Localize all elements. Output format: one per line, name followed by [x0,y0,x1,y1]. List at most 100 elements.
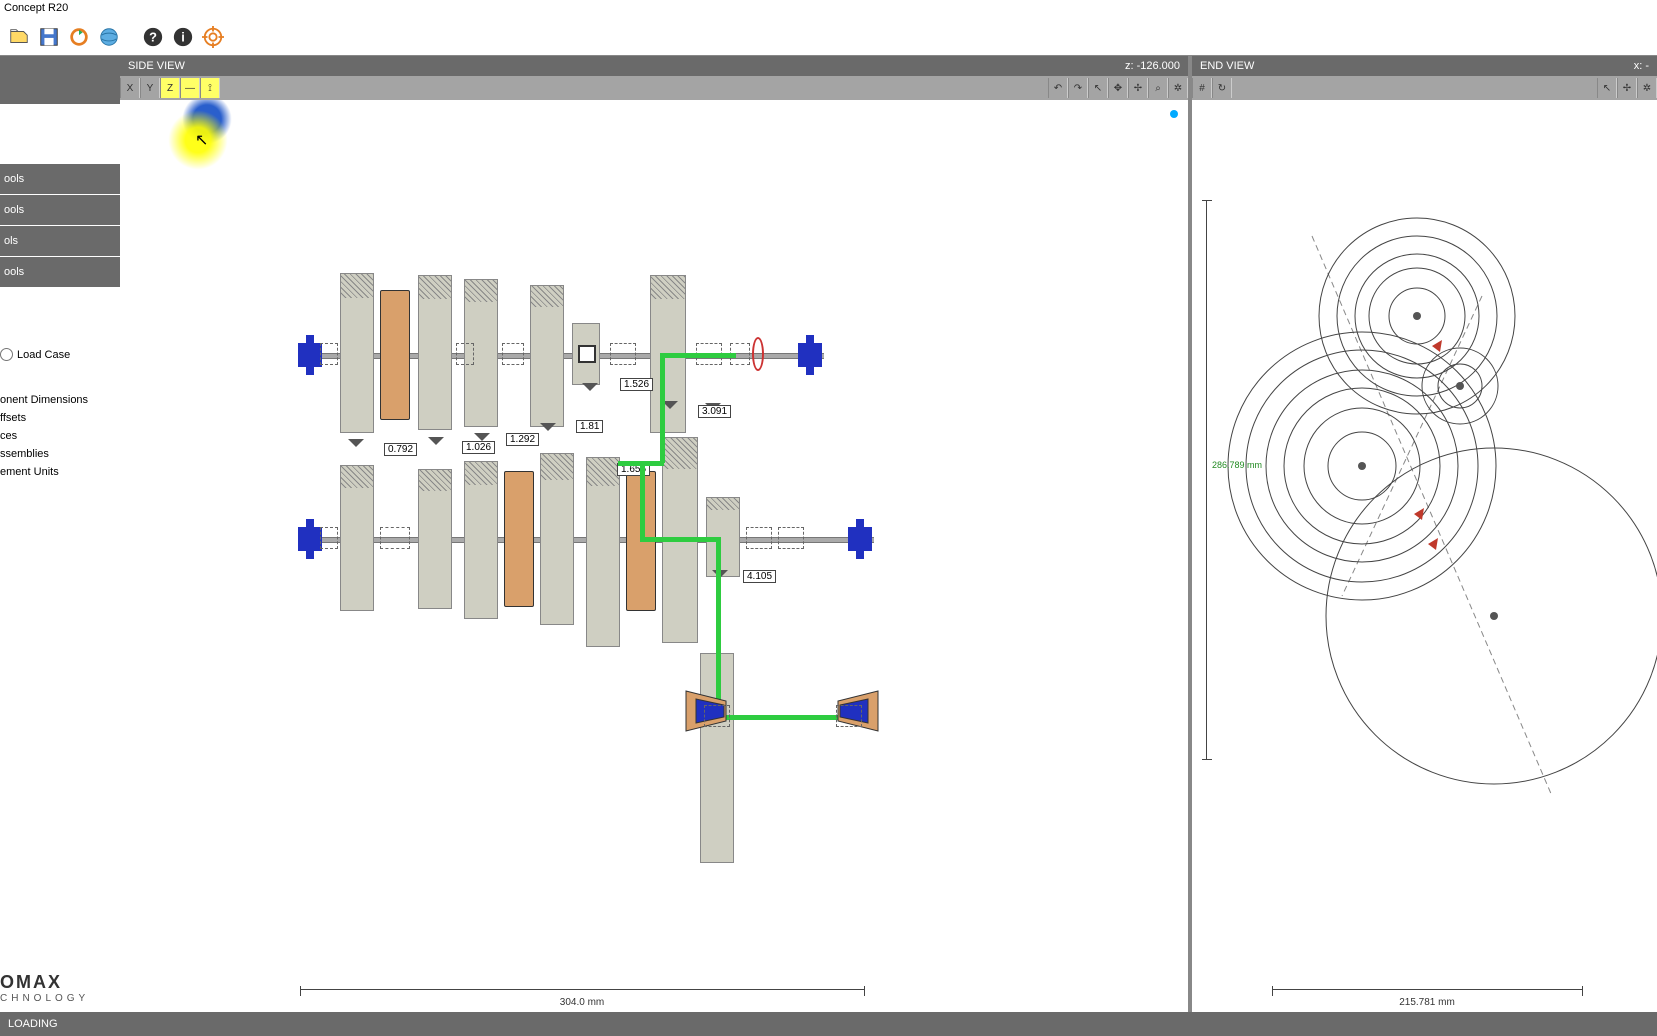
bearing-support-4 [806,367,814,375]
dashbox-l3 [778,527,804,549]
ratio-label-7: 3.091 [698,405,731,418]
synchro-2 [504,471,534,607]
link-ces[interactable]: ces [0,427,120,445]
bearing-counter-right [848,527,872,551]
gear-l3 [464,461,498,619]
ratio-label-4: 1.526 [620,378,653,391]
bearing-input-left [298,343,322,367]
dashbox-l2 [746,527,772,549]
sidebar-section-2[interactable]: ools [0,195,120,225]
powerflow-v1 [660,353,665,463]
link-element-units[interactable]: ement Units [0,463,120,481]
side-view-panel: SIDE VIEW z: -126.000 X Y Z — ⟟ ↶ ↷ ↖ ✥ … [120,56,1192,1012]
refresh-button[interactable] [66,24,92,50]
open-button[interactable] [6,24,32,50]
sidebar-section-4[interactable]: ools [0,257,120,287]
gear-u1 [340,273,374,433]
synchro-1 [380,290,410,420]
logo-line-1: OMAX [0,972,120,993]
undo-button[interactable]: ↶ [1048,78,1068,98]
load-case-radio[interactable]: Load Case [0,348,120,361]
gearbox-schematic: 0.792 1.026 1.292 1.526 1.655 1.81 3.091… [300,175,1020,875]
sidebar-section-1[interactable]: ools [0,164,120,194]
svg-text:?: ? [149,29,157,44]
sidebar-section-3[interactable]: ols [0,226,120,256]
end-settings-button[interactable]: ✲ [1637,78,1657,98]
target-button[interactable] [200,24,226,50]
powerflow-v2 [640,461,645,541]
bearing-support-1 [306,335,314,343]
move-button[interactable]: ✢ [1128,78,1148,98]
gear-l5 [586,457,620,647]
status-bar: LOADING [0,1012,1657,1036]
info-button[interactable]: i [170,24,196,50]
dashbox-u1 [456,343,474,365]
side-view-title: SIDE VIEW [128,60,185,72]
pan-button[interactable]: ✥ [1108,78,1128,98]
save-button[interactable] [36,24,62,50]
logo-line-2: CHNOLOGY [0,993,120,1004]
help-button[interactable]: ? [140,24,166,50]
bearing-support-5 [306,519,314,527]
bearing-support-3 [806,335,814,343]
axis-y-button[interactable]: Y [140,78,160,98]
bearing-support-7 [856,519,864,527]
end-view-toolbar: # ↻ ↖ ✢ ✲ [1192,76,1657,100]
link-assemblies[interactable]: ssemblies [0,445,120,463]
mesh-tri-1 [348,439,364,447]
end-move-button[interactable]: ✢ [1617,78,1637,98]
side-view-canvas[interactable]: ↖ [120,100,1188,1012]
end-view-panel: END VIEW x: - # ↻ ↖ ✢ ✲ [1192,56,1657,1012]
status-text: LOADING [8,1018,58,1030]
redo-button[interactable]: ↷ [1068,78,1088,98]
bearing-support-2 [306,367,314,375]
globe-button[interactable] [96,24,122,50]
end-vruler-label: 286.789 mm [1212,460,1262,470]
input-torque-icon [752,337,764,371]
select-button[interactable]: ↖ [1088,78,1108,98]
ratio-label-8: 4.105 [743,570,776,583]
ratio-label-2: 1.026 [462,441,495,454]
axis-x-button[interactable]: X [120,78,140,98]
side-ruler-tick-l [300,986,301,996]
powerflow-h3 [640,537,720,542]
end-ruler-label: 215.781 mm [1272,997,1582,1008]
title-bar: Concept R20 [0,0,1657,18]
end-view-coord: x: - [1634,60,1649,72]
mesh-tri-2 [428,437,444,445]
link-offsets[interactable]: ffsets [0,409,120,427]
side-ruler-label: 304.0 mm [300,997,864,1008]
origin-marker [182,100,232,144]
load-case-input[interactable] [0,348,13,361]
axis-z-button[interactable]: Z [160,78,180,98]
settings-button[interactable]: ✲ [1168,78,1188,98]
gear-u2 [418,275,452,430]
view-mode-iso-button[interactable]: ⟟ [200,78,220,98]
ratio-label-3: 1.292 [506,433,539,446]
end-select-button[interactable]: ↖ [1597,78,1617,98]
view-mode-ortho-button[interactable]: — [180,78,200,98]
gear-l2 [418,469,452,609]
side-view-toolbar: X Y Z — ⟟ ↶ ↷ ↖ ✥ ✢ ⌕ ✲ [120,76,1188,100]
mesh-tri-5 [582,383,598,391]
zoom-button[interactable]: ⌕ [1148,78,1168,98]
dashbox-l1 [380,527,410,549]
end-view-canvas[interactable]: 286.789 mm 215.781 mm [1192,100,1657,1012]
end-ruler-line [1272,989,1582,990]
end-refresh-button[interactable]: ↻ [1212,78,1232,98]
gear-l4 [540,453,574,625]
end-grid-button[interactable]: # [1192,78,1212,98]
ratio-label-6: 1.81 [576,420,603,433]
clutch-center [578,345,596,363]
bearing-counter-left [298,527,322,551]
end-ruler-tick-r [1582,986,1583,996]
link-dimensions[interactable]: onent Dimensions [0,391,120,409]
powerflow-h1 [660,353,736,358]
end-view-header: END VIEW x: - [1192,56,1657,76]
end-ruler-tick-l [1272,986,1273,996]
sidebar-toolbar [0,56,120,104]
bearing-input-right [798,343,822,367]
end-view-vertical-ruler: 286.789 mm [1198,200,1212,760]
app-title: Concept R20 [4,2,68,14]
side-view-header: SIDE VIEW z: -126.000 [120,56,1188,76]
